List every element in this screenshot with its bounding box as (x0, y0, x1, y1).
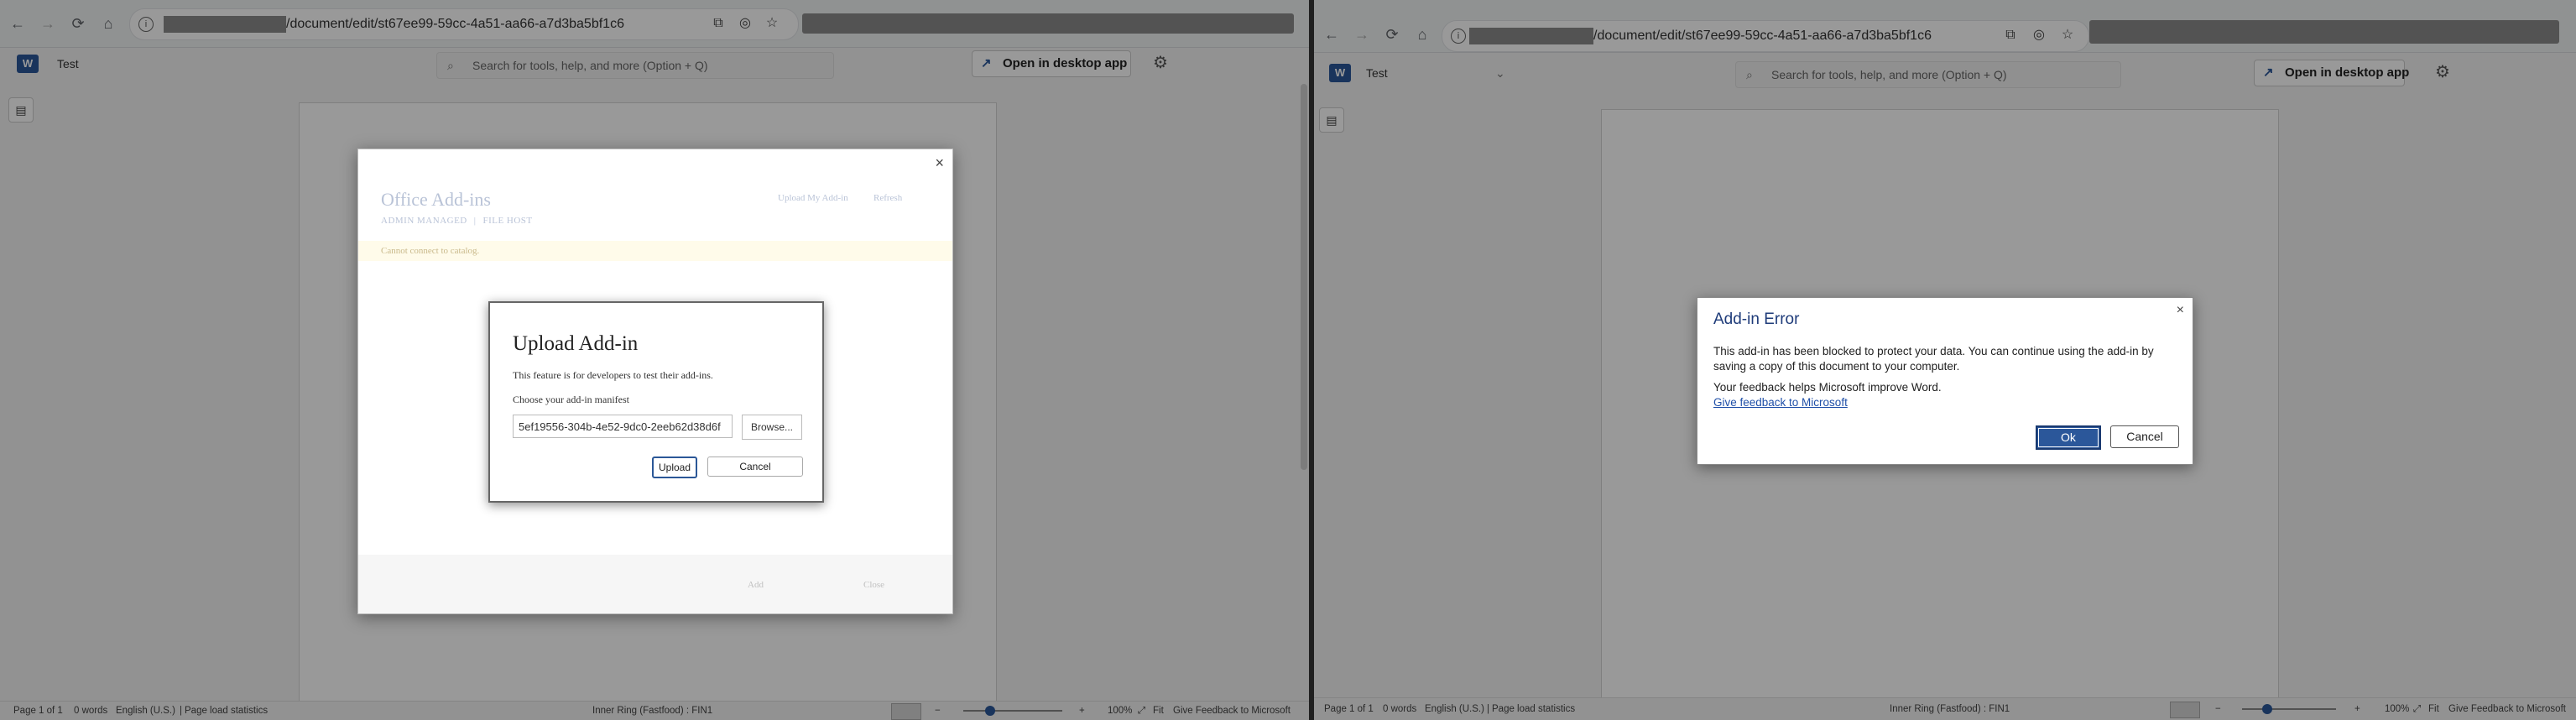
tab-file-host[interactable]: FILE HOST (482, 216, 532, 226)
tab-admin-managed[interactable]: ADMIN MANAGED (381, 216, 467, 226)
upload-addin-dialog: Upload Add-in This feature is for develo… (488, 301, 824, 503)
ok-button[interactable]: Ok (2036, 425, 2101, 450)
error-dialog-title: Add-in Error (1713, 310, 1800, 328)
upload-my-addin-link[interactable]: Upload My Add-in (778, 193, 848, 203)
tab-separator: | (473, 216, 477, 226)
right-browser-window: ← → ⟳ ⌂ i /document/edit/st67ee99-59cc-4… (1314, 0, 2576, 720)
left-browser-window: ← → ⟳ ⌂ i /document/edit/st67ee99-59cc-4… (0, 0, 1309, 720)
add-button[interactable]: Add (748, 580, 764, 590)
cancel-button[interactable]: Cancel (2110, 425, 2179, 448)
feedback-text: Your feedback helps Microsoft improve Wo… (1713, 381, 1942, 394)
addins-tabs: ADMIN MANAGED | FILE HOST (381, 216, 533, 226)
browse-button[interactable]: Browse... (742, 415, 802, 440)
give-feedback-link[interactable]: Give feedback to Microsoft (1713, 396, 1848, 409)
error-message: This add-in has been blocked to protect … (1713, 345, 2154, 373)
refresh-button[interactable]: Refresh (873, 193, 902, 203)
manifest-label: Choose your add-in manifest (513, 394, 629, 405)
close-icon[interactable]: × (935, 154, 944, 172)
addin-error-dialog: × Add-in Error This add-in has been bloc… (1697, 297, 2193, 465)
upload-button[interactable]: Upload (652, 457, 697, 478)
close-icon[interactable]: × (2177, 303, 2184, 318)
addins-footer: Add Close (358, 555, 952, 613)
upload-dialog-title: Upload Add-in (513, 332, 639, 355)
manifest-file-input[interactable]: 5ef19556-304b-4e52-9dc0-2eeb62d38d6f (513, 415, 733, 438)
upload-description: This feature is for developers to test t… (513, 369, 713, 381)
addins-title: Office Add-ins (381, 189, 491, 210)
cancel-button[interactable]: Cancel (707, 457, 803, 477)
close-button[interactable]: Close (863, 580, 884, 590)
catalog-warning: Cannot connect to catalog. (358, 241, 952, 261)
